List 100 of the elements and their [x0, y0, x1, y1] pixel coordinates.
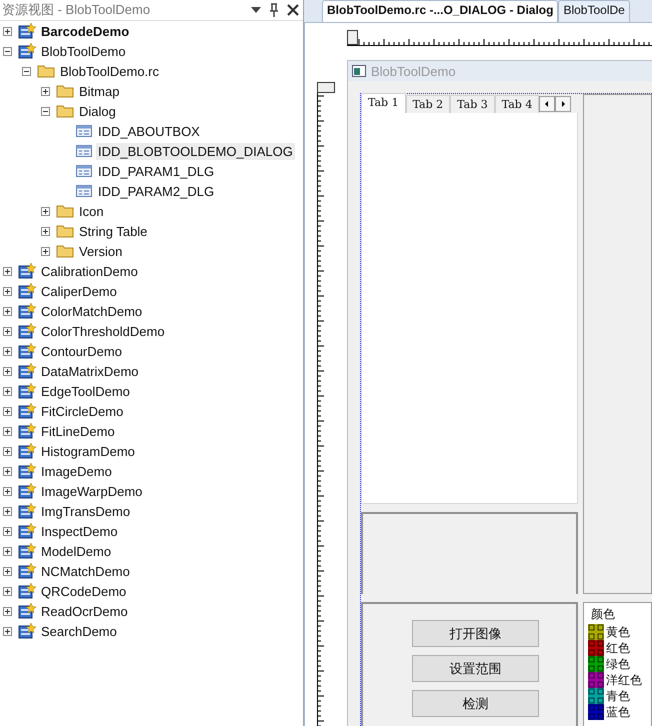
project-icon [18, 503, 36, 519]
tree-item[interactable]: Version [77, 242, 124, 260]
document-tab[interactable]: BlobToolDemo.rc -...O_DIALOG - Dialog [322, 0, 558, 22]
tree-item[interactable]: SearchDemo [39, 622, 119, 640]
action-button[interactable]: 打开图像 [412, 620, 539, 647]
project-icon [18, 563, 36, 579]
tree-item[interactable]: FitLineDemo [39, 422, 117, 440]
column-header[interactable]: 颜色 [588, 606, 651, 624]
expand-icon[interactable] [3, 366, 12, 376]
tab[interactable]: Tab 4 [494, 95, 540, 113]
project-icon [18, 283, 36, 299]
panel-title: 资源视图 - BlobToolDemo [2, 1, 152, 19]
tree-item[interactable]: Icon [77, 202, 106, 220]
expand-icon[interactable] [3, 266, 12, 276]
tree-item[interactable]: ContourDemo [39, 342, 124, 360]
project-icon [18, 303, 36, 319]
tree-item[interactable]: ImgTransDemo [39, 502, 132, 520]
expand-icon[interactable] [3, 466, 12, 476]
close-icon[interactable] [287, 4, 299, 16]
expand-icon[interactable] [3, 326, 12, 336]
expand-icon[interactable] [3, 406, 12, 416]
expand-icon[interactable] [3, 286, 12, 296]
expand-icon[interactable] [3, 506, 12, 516]
tab[interactable]: Tab 3 [450, 95, 495, 113]
document-tab[interactable]: BlobToolDe [558, 0, 630, 22]
expand-icon[interactable] [41, 86, 50, 96]
scroll-right-button[interactable] [555, 96, 572, 112]
pin-icon[interactable] [269, 3, 279, 17]
tree-item[interactable]: ModelDemo [39, 542, 114, 560]
dialog-icon [75, 184, 93, 198]
tree-item[interactable]: Bitmap [77, 82, 122, 100]
folder-icon [56, 104, 74, 118]
action-button[interactable]: 检测 [412, 690, 539, 717]
tree-item[interactable]: FitCircleDemo [39, 402, 126, 420]
dialog-icon [75, 164, 93, 178]
expand-icon[interactable] [3, 566, 12, 576]
project-icon [18, 263, 36, 279]
tree-item[interactable]: BlobToolDemo.rc [58, 62, 161, 80]
tree-item[interactable]: EdgeToolDemo [39, 382, 132, 400]
tree-item[interactable]: ColorMatchDemo [39, 302, 144, 320]
project-icon [18, 23, 36, 39]
window-icon [352, 65, 366, 77]
folder-icon [56, 84, 74, 98]
tree-item[interactable]: IDD_ABOUTBOX [96, 122, 202, 140]
folder-icon [56, 244, 74, 258]
tree-item[interactable]: NCMatchDemo [39, 562, 132, 580]
tree-item[interactable]: DataMatrixDemo [39, 362, 141, 380]
project-icon [18, 623, 36, 639]
expand-icon[interactable] [3, 526, 12, 536]
tree-item[interactable]: IDD_BLOBTOOLDEMO_DIALOG [96, 142, 295, 160]
collapse-icon[interactable] [22, 66, 31, 76]
tree-item[interactable]: InspectDemo [39, 522, 120, 540]
expand-icon[interactable] [3, 306, 12, 316]
list-item[interactable]: 红色 [606, 640, 630, 656]
tree-item[interactable]: BarcodeDemo [39, 22, 132, 40]
tree-item[interactable]: ImageDemo [39, 462, 114, 480]
tree-item[interactable]: CalibrationDemo [39, 262, 140, 280]
expand-icon[interactable] [41, 226, 50, 236]
expand-icon[interactable] [3, 606, 12, 616]
expand-icon[interactable] [3, 546, 12, 556]
folder-icon [56, 204, 74, 218]
tree-item[interactable]: String Table [77, 222, 150, 240]
tree-item[interactable]: ImageWarpDemo [39, 482, 144, 500]
project-icon [18, 343, 36, 359]
expand-icon[interactable] [3, 26, 12, 36]
expand-icon[interactable] [3, 446, 12, 456]
tab[interactable]: Tab 2 [406, 95, 450, 113]
expand-icon[interactable] [3, 386, 12, 396]
expand-icon[interactable] [41, 246, 50, 256]
tab[interactable]: Tab 1 [361, 93, 406, 113]
tree-item[interactable]: IDD_PARAM2_DLG [96, 182, 216, 200]
tree-item[interactable]: ReadOcrDemo [39, 602, 130, 620]
action-button[interactable]: 设置范围 [412, 655, 539, 682]
collapse-icon[interactable] [41, 106, 50, 116]
project-icon [18, 403, 36, 419]
project-icon [18, 43, 36, 59]
tree-item[interactable]: BlobToolDemo [39, 42, 128, 60]
expand-icon[interactable] [3, 426, 12, 436]
expand-icon[interactable] [41, 206, 50, 216]
list-item[interactable]: 洋红色 [606, 672, 642, 688]
scroll-left-button[interactable] [539, 96, 556, 112]
tree-item[interactable]: IDD_PARAM1_DLG [96, 162, 216, 180]
list-item[interactable]: 蓝色 [606, 704, 630, 720]
expand-icon[interactable] [3, 586, 12, 596]
tree-item[interactable]: ColorThresholdDemo [39, 322, 167, 340]
list-item[interactable]: 青色 [606, 688, 630, 704]
tree-item[interactable]: QRCodeDemo [39, 582, 128, 600]
tree-item[interactable]: HistogramDemo [39, 442, 137, 460]
expand-icon[interactable] [3, 626, 12, 636]
expand-icon[interactable] [3, 346, 12, 356]
expand-icon[interactable] [3, 486, 12, 496]
list-item[interactable]: 黄色 [606, 624, 630, 640]
collapse-icon[interactable] [3, 46, 12, 56]
project-icon [18, 603, 36, 619]
tree-item[interactable]: Dialog [77, 102, 118, 120]
folder-icon [37, 64, 55, 78]
tree-item[interactable]: CaliperDemo [39, 282, 119, 300]
dropdown-icon[interactable] [251, 7, 261, 13]
project-icon [18, 543, 36, 559]
list-item[interactable]: 绿色 [606, 656, 630, 672]
